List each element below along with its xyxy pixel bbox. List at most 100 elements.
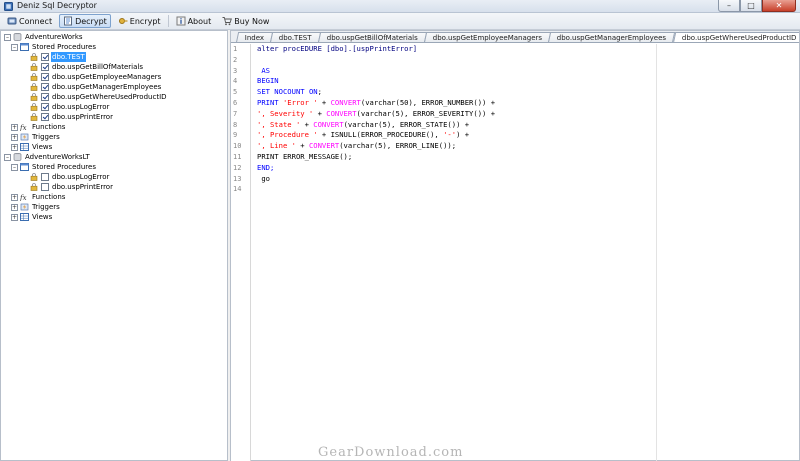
lock-icon [30,73,38,81]
collapse-icon[interactable]: – [4,33,11,41]
code-line: go [257,174,657,185]
code-token: 'Error ' [282,97,318,107]
database-icon [13,153,22,161]
tree-item-procedure[interactable]: dbo.uspLogError [1,172,227,182]
expand-icon[interactable]: + [11,123,18,131]
lock-icon [30,103,38,111]
tree-node-stored-procedures[interactable]: – Stored Procedures [1,162,227,172]
expand-icon[interactable]: + [11,143,18,151]
procedure-name: dbo.uspGetManagerEmployees [52,83,162,91]
procedure-checkbox[interactable] [41,173,49,181]
code-token: PRINT ERROR_MESSAGE(); [257,151,353,161]
tree-node-triggers[interactable]: + Triggers [1,202,227,212]
code-token: + [317,97,331,107]
tree-item-procedure[interactable]: dbo.uspGetManagerEmployees [1,82,227,92]
folder-label: Stored Procedures [32,163,96,171]
tree-item-procedure[interactable]: dbo.uspGetEmployeeManagers [1,72,227,82]
decrypt-button[interactable]: Decrypt [59,14,111,28]
tree-item-procedure[interactable]: dbo.uspLogError [1,102,227,112]
procedure-name: dbo.uspLogError [52,173,110,181]
code-token: '-' [443,130,457,140]
procedure-checkbox[interactable] [41,93,49,101]
tab-bill-of-materials[interactable]: dbo.uspGetBillOfMaterials [317,32,428,42]
buy-now-label: Buy Now [234,16,270,26]
stored-procedures-icon [20,43,29,51]
folder-label: Triggers [32,133,60,141]
line-number: 3 [233,66,238,75]
expand-icon[interactable]: + [11,213,18,221]
database-name: AdventureWorks [25,33,83,41]
maximize-button[interactable]: □ [740,0,762,12]
procedure-checkbox[interactable] [41,83,49,91]
collapse-icon[interactable]: – [11,163,18,171]
tree-node-views[interactable]: + Views [1,212,227,222]
tree-node-triggers[interactable]: + Triggers [1,132,227,142]
collapse-icon[interactable]: – [4,153,11,161]
code-editor-panel: Index dbo.TEST dbo.uspGetBillOfMaterials… [230,30,800,461]
code-token: + [300,119,314,129]
tree-item-procedure[interactable]: dbo.uspGetWhereUsedProductID [1,92,227,102]
minimize-button[interactable]: – [718,0,740,12]
tree-item-procedure[interactable]: dbo.uspGetBillOfMaterials [1,62,227,72]
tree-node-functions[interactable]: + fx Functions [1,122,227,132]
line-number: 11 [233,152,242,161]
code-text-area[interactable]: alter procEDURE [dbo].[uspPrintError] AS… [257,44,657,184]
tree-node-database[interactable]: – AdventureWorksLT [1,152,227,162]
tree-node-database[interactable]: – AdventureWorks [1,32,227,42]
code-line: ', Severity ' + CONVERT(varchar(5), ERRO… [257,109,657,120]
procedure-checkbox[interactable] [41,63,49,71]
tree-item-procedure[interactable]: dbo.uspPrintError [1,182,227,192]
app-icon [4,2,13,11]
encrypt-label: Encrypt [129,16,161,26]
maximize-icon: □ [747,1,755,10]
decrypt-icon [64,16,73,26]
line-number: 14 [233,185,242,194]
lock-icon [30,93,38,101]
tree-item-procedure[interactable]: dbo.uspPrintError [1,112,227,122]
procedure-checkbox[interactable] [41,113,49,121]
code-line: BEGIN [257,76,657,87]
database-name: AdventureWorksLT [25,153,90,161]
procedure-checkbox[interactable] [41,73,49,81]
tab-index[interactable]: Index [235,32,274,42]
tab-employee-managers[interactable]: dbo.uspGetEmployeeManagers [423,32,552,42]
code-token: END; [257,162,275,172]
buy-now-button[interactable]: Buy Now [218,14,273,28]
connect-button[interactable]: Connect [3,14,56,28]
tab-manager-employees[interactable]: dbo.uspGetManagerEmployees [548,32,676,42]
code-token: (varchar(5), ERROR_SEVERITY()) + [356,108,496,118]
collapse-icon[interactable]: – [11,43,18,51]
encrypt-button[interactable]: Encrypt [114,14,165,28]
expand-icon[interactable]: + [11,133,18,141]
tree-node-functions[interactable]: + fx Functions [1,192,227,202]
tree-item-procedure[interactable]: dbo.TEST [1,52,227,62]
svg-text:fx: fx [20,194,27,201]
tree-node-views[interactable]: + Views [1,142,227,152]
function-icon: fx [20,194,27,201]
expand-icon[interactable]: + [11,203,18,211]
code-token: ) + [456,130,470,140]
procedure-checkbox[interactable] [41,103,49,111]
tab-label: dbo.uspGetManagerEmployees [557,34,667,42]
line-number-gutter: 1 2 3 4 5 6 7 8 9 10 11 12 13 14 [231,44,251,461]
tab-where-used-product-id[interactable]: dbo.uspGetWhereUsedProductID [672,32,799,42]
tab-dbo-test[interactable]: dbo.TEST [270,32,322,42]
code-token: ON [308,87,318,97]
close-button[interactable]: ✕ [762,0,796,12]
code-token: (varchar(50), ERROR_NUMBER()) + [360,97,496,107]
code-token: ', State ' [257,119,301,129]
window-title: Deniz Sql Decryptor [17,1,97,10]
tree-node-stored-procedures[interactable]: – Stored Procedures [1,42,227,52]
lock-icon [30,63,38,71]
procedure-checkbox[interactable] [41,183,49,191]
folder-label: Views [32,213,53,221]
expand-icon[interactable]: + [11,193,18,201]
svg-text:fx: fx [20,124,27,131]
trigger-icon [20,203,29,211]
code-line: SET NOCOUNT ON; [257,87,657,98]
procedure-checkbox[interactable] [41,53,49,61]
lock-icon [30,83,38,91]
lock-icon [30,173,38,181]
about-button[interactable]: About [172,14,216,28]
title-bar: Deniz Sql Decryptor – □ ✕ [0,0,800,13]
